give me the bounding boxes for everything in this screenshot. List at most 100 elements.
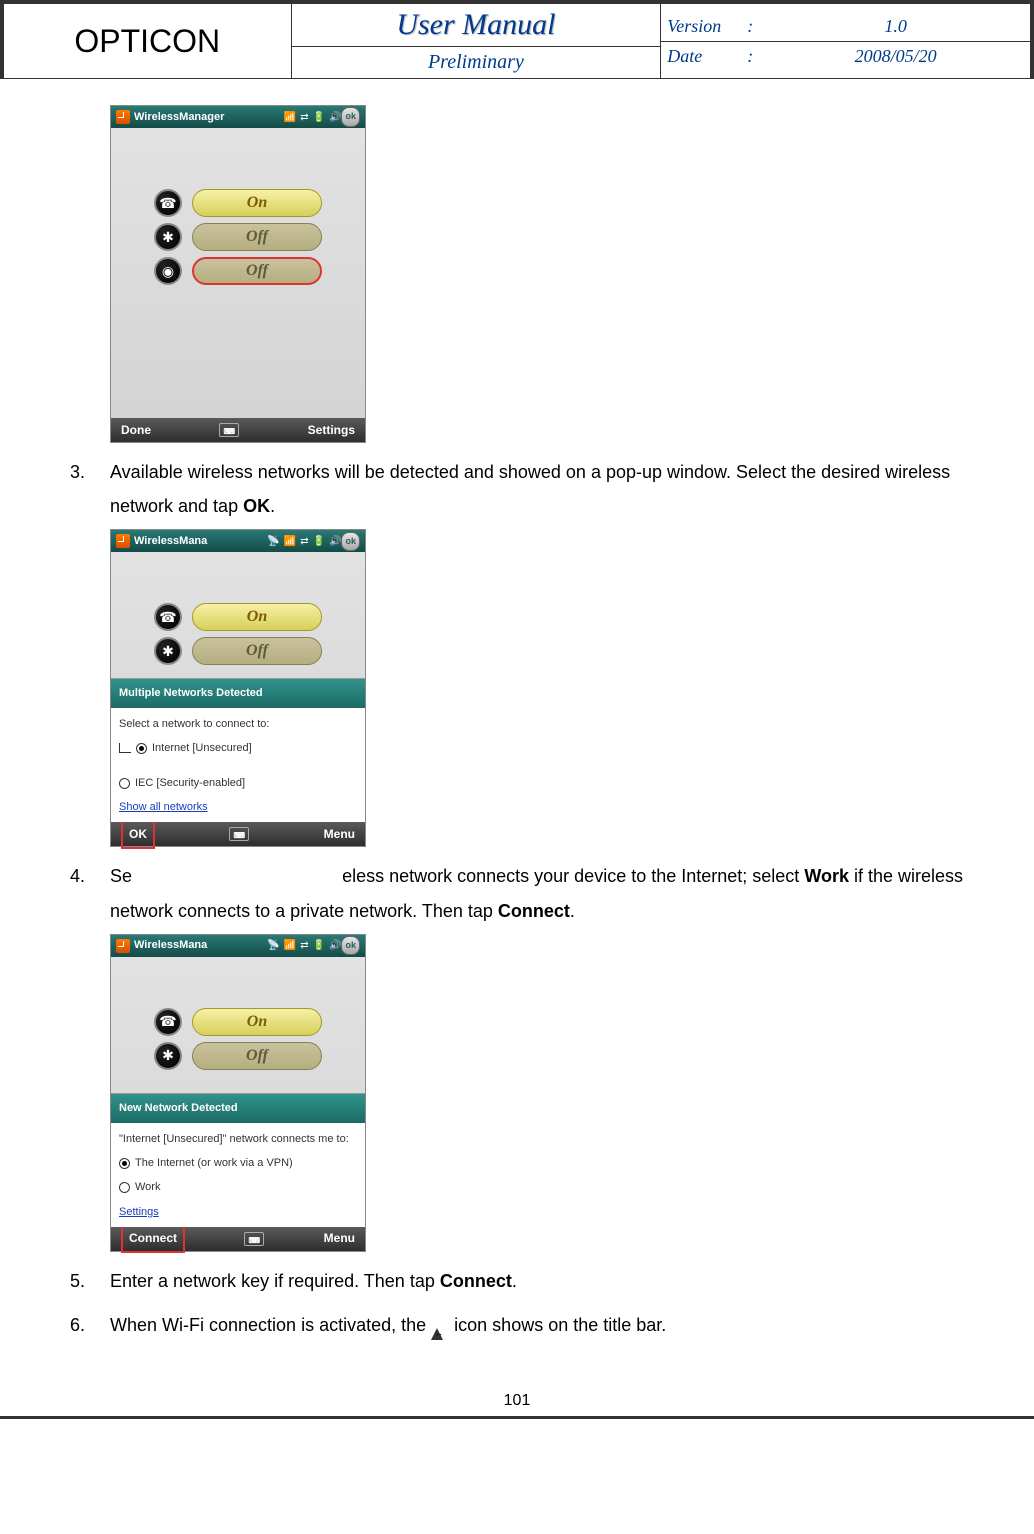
step-text: Enter a network key if required. Then ta… [110,1264,964,1298]
ok-button[interactable]: ok [341,532,360,551]
phone-icon: ☎ [154,1008,182,1036]
version-label: Version [667,16,747,37]
popup-prompt: "Internet [Unsecured]" network connects … [119,1129,357,1150]
option-label: The Internet (or work via a VPN) [135,1153,293,1174]
network-name: IEC [Security-enabled] [135,773,245,794]
new-network-popup: New Network Detected "Internet [Unsecure… [111,1093,365,1226]
step-number: 6. [70,1308,110,1342]
bluetooth-icon: ✱ [154,223,182,251]
ok-button[interactable]: ok [341,107,360,126]
manual-title: User Manual [292,4,661,46]
option-work[interactable]: Work [119,1177,357,1198]
option-label: Work [135,1177,160,1198]
screenshot-wireless-off: WirelessManager 📶 ⇄ 🔋 🔊 ok ☎ On ✱ Off ◉ … [110,105,366,443]
app-title: WirelessMana [134,531,267,552]
step-3: 3. Available wireless networks will be d… [70,455,964,523]
bluetooth-toggle-row[interactable]: ✱ Off [148,637,328,665]
screenshot-new-network: WirelessMana 📡 📶 ⇄ 🔋 🔊 ok ☎ On ✱ Off New… [110,934,366,1252]
step-5: 5. Enter a network key if required. Then… [70,1264,964,1298]
app-titlebar: WirelessMana 📡 📶 ⇄ 🔋 🔊 ok [111,530,365,552]
status-icons: 📡 📶 ⇄ 🔋 🔊 [267,936,341,955]
settings-button[interactable]: Settings [308,419,355,442]
step-number: 4. [70,859,110,927]
phone-toggle-row[interactable]: ☎ On [148,189,328,217]
status-icons: 📡 📶 ⇄ 🔋 🔊 [267,532,341,551]
version-row: Version : 1.0 [661,12,1030,41]
option-internet[interactable]: The Internet (or work via a VPN) [119,1153,357,1174]
keyboard-icon[interactable]: ⌨ [244,1232,264,1246]
bluetooth-state: Off [192,1042,322,1070]
popup-title: Multiple Networks Detected [111,679,365,708]
network-option-iec[interactable]: IEC [Security-enabled] [119,773,357,794]
step-number: 3. [70,455,110,523]
connect-softkey[interactable]: Connect [121,1224,185,1253]
phone-toggle-row[interactable]: ☎ On [148,1008,328,1036]
step-6: 6. When Wi-Fi connection is activated, t… [70,1308,964,1342]
bluetooth-state: Off [192,637,322,665]
settings-link[interactable]: Settings [119,1202,357,1223]
networks-popup: Multiple Networks Detected Select a netw… [111,678,365,822]
bluetooth-icon: ✱ [154,1042,182,1070]
popup-title: New Network Detected [111,1094,365,1123]
step-text: Available wireless networks will be dete… [110,455,964,523]
sync-icon: ⇄ [300,936,308,955]
keyboard-icon[interactable]: ⌨ [219,423,239,437]
app-titlebar: WirelessManager 📶 ⇄ 🔋 🔊 ok [111,106,365,128]
sync-icon: ⇄ [300,108,308,127]
date-row: Date : 2008/05/20 [661,41,1030,71]
status-icons: 📶 ⇄ 🔋 🔊 [284,108,342,127]
phone-state: On [192,603,322,631]
signal-icon: 📶 [284,936,296,955]
popup-prompt: Select a network to connect to: [119,714,357,735]
bluetooth-toggle-row[interactable]: ✱ Off [148,223,328,251]
menu-softkey[interactable]: Menu [324,1227,355,1250]
volume-icon: 🔊 [329,936,341,955]
bluetooth-icon: ✱ [154,637,182,665]
signal-icon: 📶 [284,108,296,127]
sync-icon: ⇄ [300,532,308,551]
keyboard-icon[interactable]: ⌨ [229,827,249,841]
step-text: Se eless network connects your device to… [110,859,964,927]
date-label: Date [667,46,747,67]
radio-unselected-icon [119,1182,130,1193]
radio-selected-icon [136,743,147,754]
show-all-link[interactable]: Show all networks [119,797,357,818]
done-button[interactable]: Done [121,419,151,442]
ok-button[interactable]: ok [341,936,360,955]
step-number: 5. [70,1264,110,1298]
network-option-internet[interactable]: Internet [Unsecured] [119,738,357,759]
step-4: 4. Se eless network connects your device… [70,859,964,927]
app-bottombar: OK ⌨ Menu [111,822,365,846]
radio-unselected-icon [119,778,130,789]
document-header: OPTICON User Manual Preliminary Version … [3,3,1031,79]
menu-softkey[interactable]: Menu [324,823,355,846]
wifi-state: Off [192,257,322,285]
signal-icon: 📶 [284,532,296,551]
phone-toggle-row[interactable]: ☎ On [148,603,328,631]
version-value: 1.0 [767,16,1024,37]
windows-start-icon [116,939,130,953]
windows-start-icon [116,534,130,548]
battery-icon: 🔋 [313,108,325,127]
phone-state: On [192,1008,322,1036]
wifi-toggle-row[interactable]: ◉ Off [148,257,328,285]
manual-subtitle: Preliminary [292,46,661,78]
battery-icon: 🔋 [313,532,325,551]
step-text: When Wi-Fi connection is activated, the … [110,1308,964,1342]
network-name: Internet [Unsecured] [152,738,252,759]
ok-softkey[interactable]: OK [121,820,155,849]
phone-icon: ☎ [154,189,182,217]
app-title: WirelessManager [134,107,284,128]
app-bottombar: Done ⌨ Settings [111,418,365,442]
bluetooth-toggle-row[interactable]: ✱ Off [148,1042,328,1070]
signal-strength-icon [119,743,131,753]
wifi-connected-icon [431,1317,449,1335]
app-bottombar: Connect ⌨ Menu [111,1227,365,1251]
date-value: 2008/05/20 [767,46,1024,67]
wifi-icon: ◉ [154,257,182,285]
phone-state: On [192,189,322,217]
radio-selected-icon [119,1158,130,1169]
page-number: 101 [0,1372,1034,1416]
volume-icon: 🔊 [329,108,341,127]
battery-icon: 🔋 [313,936,325,955]
